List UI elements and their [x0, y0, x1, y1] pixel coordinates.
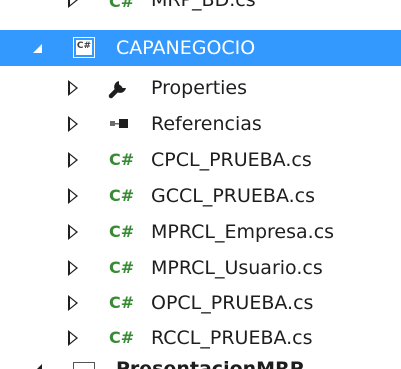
project-icon	[73, 362, 95, 369]
tree-row-file[interactable]: C# RCCL_PRUEBA.cs	[0, 320, 401, 356]
expand-arrow-icon[interactable]	[68, 80, 78, 96]
expand-arrow-icon[interactable]	[68, 260, 78, 276]
collapse-arrow-icon[interactable]	[33, 44, 42, 53]
tree-row-file[interactable]: C# OPCL_PRUEBA.cs	[0, 285, 401, 321]
tree-item-label: Properties	[151, 77, 248, 99]
tree-row-partial-bottom[interactable]: PresentacionMRP	[0, 352, 401, 369]
expand-arrow-icon[interactable]	[68, 152, 78, 168]
project-label: CAPANEGOCIO	[116, 37, 256, 59]
csharp-file-icon: C#	[109, 150, 135, 169]
solution-explorer-tree: C# MRP_BD.cs C# CAPANEGOCIO Properties R…	[0, 0, 401, 369]
expand-arrow-icon[interactable]	[68, 188, 78, 204]
csharp-file-icon: C#	[109, 222, 135, 241]
expand-arrow-icon[interactable]	[68, 116, 78, 132]
tree-row-referencias[interactable]: Referencias	[0, 106, 401, 142]
expand-arrow-icon[interactable]	[68, 330, 78, 346]
wrench-icon	[108, 79, 128, 99]
csharp-file-icon: C#	[109, 293, 135, 312]
tree-row-partial-top[interactable]: C# MRP_BD.cs	[0, 0, 401, 22]
expand-arrow-icon[interactable]	[68, 295, 78, 311]
tree-item-label: Referencias	[151, 113, 262, 135]
tree-row-file[interactable]: C# GCCL_PRUEBA.cs	[0, 178, 401, 214]
tree-row-file[interactable]: C# MPRCL_Empresa.cs	[0, 214, 401, 250]
tree-row-project[interactable]: C# CAPANEGOCIO	[0, 30, 401, 66]
csharp-file-icon: C#	[109, 328, 135, 347]
project-label: PresentacionMRP	[116, 358, 304, 369]
collapse-arrow-icon[interactable]	[34, 364, 42, 369]
tree-item-label: GCCL_PRUEBA.cs	[151, 185, 315, 207]
tree-row-file[interactable]: C# MPRCL_Usuario.cs	[0, 250, 401, 286]
expand-arrow-icon[interactable]	[68, 224, 78, 240]
csharp-project-icon: C#	[73, 37, 95, 58]
references-icon	[110, 119, 128, 128]
csharp-file-icon: C#	[109, 0, 135, 11]
csharp-file-icon: C#	[109, 258, 135, 277]
tree-item-label: MRP_BD.cs	[151, 0, 256, 11]
expand-arrow-icon[interactable]	[68, 0, 78, 8]
tree-item-label: MPRCL_Empresa.cs	[151, 221, 335, 243]
tree-item-label: OPCL_PRUEBA.cs	[151, 292, 314, 314]
tree-row-file[interactable]: C# CPCL_PRUEBA.cs	[0, 142, 401, 178]
tree-item-label: MPRCL_Usuario.cs	[151, 257, 323, 279]
tree-row-properties[interactable]: Properties	[0, 70, 401, 106]
tree-item-label: CPCL_PRUEBA.cs	[151, 149, 312, 171]
tree-item-label: RCCL_PRUEBA.cs	[151, 327, 313, 349]
csharp-file-icon: C#	[109, 186, 135, 205]
